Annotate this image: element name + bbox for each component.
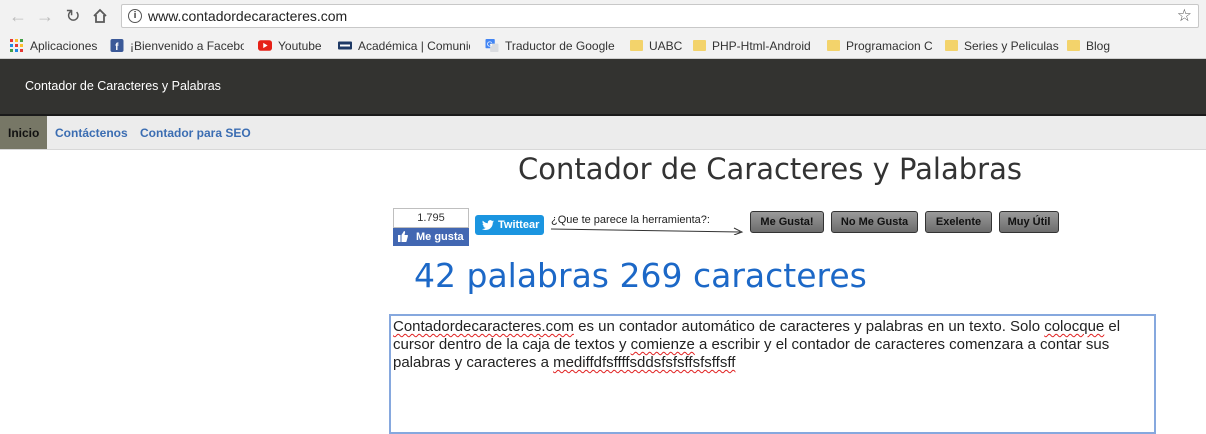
academica-icon	[338, 41, 352, 50]
twitter-label: Twittear	[498, 219, 540, 231]
bookmark-label: Blog	[1086, 38, 1111, 53]
bookmark-label: Aplicaciones	[30, 38, 98, 53]
site-header: Contador de Caracteres y Palabras	[0, 59, 1206, 116]
nav-item-inicio[interactable]: Inicio	[0, 116, 47, 149]
nav-item-contador-seo[interactable]: Contador para SEO	[140, 126, 251, 140]
facebook-like-button[interactable]: Me gusta	[393, 228, 469, 246]
bookmarks-bar: Aplicaciones f ¡Bienvenido a Facebo Yout…	[0, 33, 1206, 59]
bookmark-facebook[interactable]: f ¡Bienvenido a Facebo	[110, 37, 244, 54]
bookmark-series[interactable]: Series y Peliculas	[945, 37, 1059, 54]
vote-exelente-button[interactable]: Exelente	[925, 211, 992, 233]
bookmark-star-icon[interactable]: ☆	[1177, 6, 1192, 26]
nav-label: Inicio	[8, 126, 40, 140]
text-part: comienze	[630, 336, 695, 353]
forward-arrow-icon[interactable]: →	[35, 6, 55, 26]
browser-toolbar: ← → ↻ i www.contadordecaracteres.com ☆	[0, 0, 1206, 33]
bookmark-label: Programacion C	[846, 38, 932, 53]
bookmark-label: ¡Bienvenido a Facebo	[130, 38, 244, 53]
bookmark-label: Series y Peliculas	[964, 38, 1059, 53]
folder-icon	[630, 40, 643, 51]
back-arrow-icon[interactable]: ←	[8, 6, 28, 26]
folder-icon	[945, 40, 958, 51]
site-title[interactable]: Contador de Caracteres y Palabras	[25, 79, 221, 93]
folder-icon	[693, 40, 706, 51]
bookmark-aplicaciones[interactable]: Aplicaciones	[10, 37, 97, 54]
like-count: 1.795	[393, 208, 469, 228]
page-title: Contador de Caracteres y Palabras	[518, 152, 1022, 186]
thumbs-up-icon	[398, 231, 408, 242]
facebook-icon: f	[110, 39, 124, 52]
words-label: palabras	[466, 256, 610, 295]
url-text: www.contadordecaracteres.com	[148, 8, 348, 24]
bookmark-uabc[interactable]: UABC	[630, 37, 682, 54]
text-part: es un contador automático de caracteres …	[573, 318, 1045, 335]
twitter-share-button[interactable]: Twittear	[475, 215, 544, 235]
svg-text:f: f	[115, 42, 119, 52]
arrow-right-icon	[550, 227, 744, 235]
vote-muy-util-button[interactable]: Muy Útil	[999, 211, 1059, 233]
folder-icon	[1067, 40, 1080, 51]
word-char-count: 42 palabras 269 caracteres	[414, 256, 867, 295]
text-content: Contadordecaracteres.com es un contador …	[393, 318, 1151, 372]
chars-label: caracteres	[693, 256, 867, 295]
bookmark-php[interactable]: PHP-Html-Android	[693, 37, 811, 54]
word-count: 42	[414, 256, 456, 295]
bookmark-blog[interactable]: Blog	[1067, 37, 1110, 54]
text-part: colocque	[1044, 318, 1105, 335]
google-translate-icon: G	[485, 39, 499, 52]
bookmark-label: UABC	[649, 38, 683, 53]
info-icon[interactable]: i	[128, 9, 142, 23]
char-count: 269	[619, 256, 683, 295]
bookmark-youtube[interactable]: Youtube	[258, 37, 322, 54]
text-input-area[interactable]: Contadordecaracteres.com es un contador …	[389, 314, 1156, 434]
nav-item-contactenos[interactable]: Contáctenos	[55, 126, 128, 140]
home-icon[interactable]	[90, 6, 110, 26]
svg-text:G: G	[487, 39, 493, 48]
bookmark-label: Traductor de Google	[505, 38, 615, 53]
facebook-like-widget: 1.795 Me gusta	[393, 208, 469, 246]
address-bar[interactable]: i www.contadordecaracteres.com ☆	[121, 4, 1199, 28]
bookmark-label: Youtube	[278, 38, 322, 53]
bookmark-traductor[interactable]: G Traductor de Google	[485, 37, 615, 54]
bookmark-academica[interactable]: Académica | Comunid	[338, 37, 470, 54]
twitter-bird-icon	[482, 220, 494, 230]
text-part: Contadordecaracteres.com	[393, 318, 574, 335]
vote-me-gusta-button[interactable]: Me Gusta!	[750, 211, 824, 233]
apps-grid-icon	[10, 39, 23, 52]
reload-icon[interactable]: ↻	[63, 6, 83, 26]
site-nav: Inicio Contáctenos Contador para SEO	[0, 116, 1206, 150]
text-part: mediffdfsffffsddsfsfsffsfsffsff	[553, 354, 736, 371]
like-label: Me gusta	[416, 231, 464, 243]
youtube-icon	[258, 40, 272, 51]
bookmark-label: Académica | Comunid	[358, 38, 470, 53]
folder-icon	[827, 40, 840, 51]
bookmark-programacion[interactable]: Programacion C	[827, 37, 932, 54]
bookmark-label: PHP-Html-Android	[712, 38, 811, 53]
vote-no-me-gusta-button[interactable]: No Me Gusta	[831, 211, 918, 233]
